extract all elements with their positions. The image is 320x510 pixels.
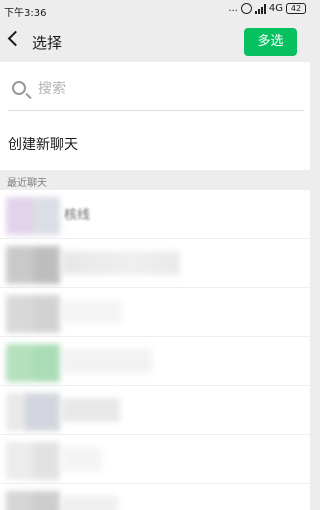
avatar — [6, 197, 60, 235]
blurred-name — [62, 251, 180, 275]
chat-item[interactable] — [0, 337, 310, 386]
recent-chats-label: 最近聊天 — [7, 178, 47, 189]
content: 创建新聊天 最近聊天 核线 — [0, 62, 310, 510]
blurred-name — [62, 447, 102, 471]
signal-icon — [254, 3, 266, 14]
avatar — [6, 295, 60, 333]
battery-icon: 42 — [286, 3, 306, 14]
alarm-icon — [240, 3, 252, 14]
avatar — [6, 246, 60, 284]
network-type: 4G — [268, 3, 283, 14]
more-dots: ... — [228, 3, 238, 14]
search-icon — [12, 81, 26, 95]
avatar — [6, 442, 60, 480]
blurred-name — [62, 349, 152, 373]
blurred-name — [62, 496, 118, 510]
multi-select-button[interactable]: 多选 — [244, 28, 297, 56]
status-icons: ... 4G 42 — [228, 3, 306, 14]
blurred-name — [62, 398, 120, 422]
search-input[interactable] — [38, 81, 278, 97]
chat-item[interactable] — [0, 239, 310, 288]
blurred-name — [62, 300, 122, 324]
page-title: 选择 — [32, 34, 63, 52]
chat-item[interactable]: 核线 — [0, 190, 310, 239]
search-bar[interactable] — [8, 77, 304, 111]
avatar — [6, 344, 60, 382]
recent-chats-header: 最近聊天 — [0, 170, 310, 190]
avatar — [6, 491, 60, 510]
chat-name: 核线 — [64, 208, 91, 223]
avatar — [6, 393, 60, 431]
status-bar: 下午3:36 ... 4G 42 — [0, 0, 310, 22]
top-bar: 选择 多选 — [0, 22, 310, 62]
chat-list: 核线 — [0, 190, 310, 510]
chat-item[interactable] — [0, 386, 310, 435]
chat-item[interactable] — [0, 484, 310, 510]
chat-item[interactable] — [0, 435, 310, 484]
create-new-chat[interactable]: 创建新聊天 — [8, 134, 78, 154]
chat-item[interactable] — [0, 288, 310, 337]
back-icon[interactable] — [7, 30, 24, 47]
status-time: 下午3:36 — [4, 8, 47, 19]
